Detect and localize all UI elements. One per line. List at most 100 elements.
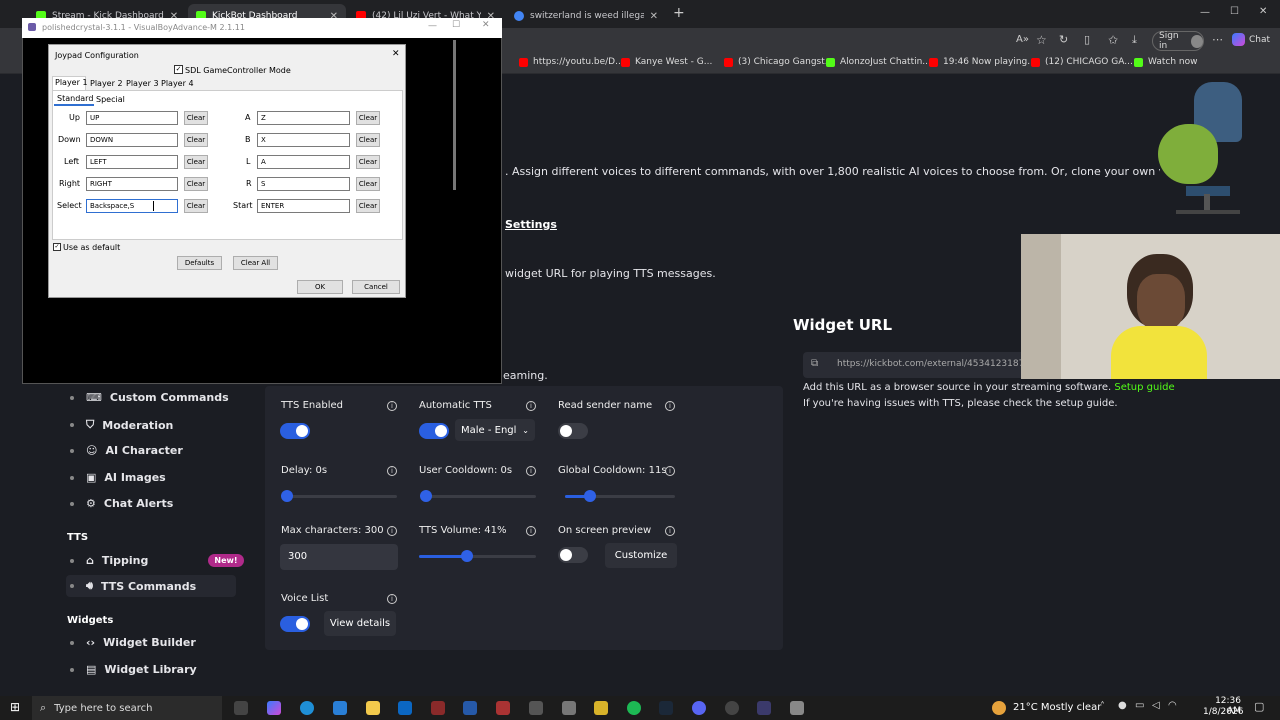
tts-enabled-toggle[interactable] (280, 423, 310, 439)
app-icon[interactable] (725, 701, 739, 715)
delay-slider[interactable] (281, 490, 397, 502)
info-icon[interactable]: i (665, 526, 675, 536)
sidebar-item-moderation[interactable]: ⛉ Moderation (70, 418, 173, 432)
notifications-icon[interactable]: ▢ (1254, 700, 1264, 713)
clock-date[interactable]: 1/8/2026 (1203, 707, 1243, 717)
copy-icon[interactable]: ⧉ (811, 358, 818, 369)
tab-special[interactable]: Special (96, 95, 125, 104)
on-screen-preview-toggle[interactable] (558, 547, 588, 563)
bookmark-item[interactable]: Kanye West - G... (621, 57, 712, 67)
cancel-button[interactable]: Cancel (352, 280, 400, 294)
dialog-close-icon[interactable]: ✕ (392, 49, 400, 59)
refresh-icon[interactable]: ↻ (1059, 33, 1068, 46)
key-input-start[interactable]: ENTER (257, 199, 350, 213)
split-screen-icon[interactable]: ▯ (1084, 33, 1090, 46)
read-sender-toggle[interactable] (558, 423, 588, 439)
automatic-tts-toggle[interactable] (419, 423, 449, 439)
app-icon[interactable] (463, 701, 477, 715)
sidebar-item-tipping[interactable]: ⌂ Tipping New! (70, 554, 244, 567)
app-icon[interactable] (529, 701, 543, 715)
defaults-button[interactable]: Defaults (177, 256, 222, 270)
key-input-a[interactable]: Z (257, 111, 350, 125)
windows-start-icon[interactable]: ⊞ (10, 700, 20, 714)
clear-button[interactable]: Clear (356, 199, 380, 213)
taskbar-search[interactable]: ⌕ Type here to search (32, 696, 222, 720)
info-icon[interactable]: i (665, 466, 675, 476)
tab-standard[interactable]: Standard (57, 94, 93, 103)
close-window-icon[interactable]: ✕ (1259, 6, 1267, 17)
tab-player-3[interactable]: Player 3 (126, 79, 159, 88)
use-default-checkbox[interactable]: ✓ (53, 243, 61, 251)
key-input-right[interactable]: RIGHT (86, 177, 178, 191)
clear-button[interactable]: Clear (356, 111, 380, 125)
copilot-chat-button[interactable]: Chat (1232, 33, 1270, 46)
sidebar-item-tts-commands[interactable]: 🔊︎ TTS Commands (66, 575, 236, 597)
max-characters-input[interactable]: 300 (280, 544, 398, 570)
close-icon[interactable]: ✕ (482, 20, 490, 30)
star-icon[interactable]: ☆ (1036, 33, 1047, 47)
sidebar-item-ai-character[interactable]: ☺ AI Character (70, 444, 183, 457)
read-aloud-icon[interactable]: A» (1016, 34, 1029, 45)
info-icon[interactable]: i (387, 401, 397, 411)
key-input-down[interactable]: DOWN (86, 133, 178, 147)
info-icon[interactable]: i (387, 594, 397, 604)
spotify-icon[interactable] (627, 701, 641, 715)
sidebar-item-custom-commands[interactable]: ⌨ Custom Commands (70, 391, 229, 404)
voice-list-toggle[interactable] (280, 616, 310, 632)
more-menu-icon[interactable]: ⋯ (1212, 33, 1223, 46)
copilot-icon[interactable] (267, 701, 281, 715)
clear-button[interactable]: Clear (184, 177, 208, 191)
maximize-icon[interactable]: ☐ (1230, 6, 1239, 17)
discord-icon[interactable] (692, 701, 706, 715)
app-icon[interactable] (562, 701, 576, 715)
speaker-icon[interactable]: ◁ (1152, 700, 1160, 711)
mail-icon[interactable] (398, 701, 412, 715)
bookmark-item[interactable]: https://youtu.be/D... (519, 57, 624, 67)
clear-button[interactable]: Clear (184, 111, 208, 125)
clear-button[interactable]: Clear (356, 133, 380, 147)
key-input-r[interactable]: S (257, 177, 350, 191)
wifi-icon[interactable]: ◠ (1168, 700, 1177, 711)
customize-button[interactable]: Customize (605, 543, 677, 568)
key-input-select[interactable]: Backspace,S (86, 199, 178, 213)
clear-button[interactable]: Clear (184, 133, 208, 147)
app-icon[interactable] (431, 701, 445, 715)
signin-button[interactable]: Sign in (1152, 31, 1204, 51)
user-cooldown-slider[interactable] (420, 490, 536, 502)
setup-guide-link[interactable]: Setup guide (1114, 382, 1174, 393)
tts-volume-slider[interactable] (419, 550, 536, 562)
download-icon[interactable]: ⤓ (1132, 33, 1137, 47)
vba-icon[interactable] (757, 701, 771, 715)
weather-text[interactable]: 21°C Mostly clear (1013, 702, 1101, 713)
sidebar-item-chat-alerts[interactable]: ⚙ Chat Alerts (70, 497, 173, 510)
steam-icon[interactable] (659, 701, 673, 715)
key-input-b[interactable]: X (257, 133, 350, 147)
settings-heading[interactable]: Settings (505, 218, 557, 231)
minimize-icon[interactable]: — (428, 21, 437, 31)
favorites-icon[interactable]: ✩ (1108, 33, 1118, 47)
tab-player-4[interactable]: Player 4 (161, 79, 194, 88)
bookmark-item[interactable]: Watch now (1134, 57, 1197, 67)
store-icon[interactable] (333, 701, 347, 715)
app-icon[interactable] (496, 701, 510, 715)
chevron-up-icon[interactable]: ˄ (1100, 701, 1105, 712)
info-icon[interactable]: i (665, 401, 675, 411)
clear-button[interactable]: Clear (184, 199, 208, 213)
clear-button[interactable]: Clear (184, 155, 208, 169)
clear-button[interactable]: Clear (356, 177, 380, 191)
sidebar-item-widget-builder[interactable]: ‹› Widget Builder (70, 636, 196, 649)
clear-button[interactable]: Clear (356, 155, 380, 169)
bookmark-item[interactable]: (12) CHICAGO GA... (1031, 57, 1133, 67)
sidebar-item-ai-images[interactable]: ▣ AI Images (70, 471, 166, 484)
info-icon[interactable]: i (526, 466, 536, 476)
minimize-icon[interactable]: — (1200, 7, 1210, 18)
key-input-l[interactable]: A (257, 155, 350, 169)
app-icon[interactable] (790, 701, 804, 715)
bookmark-item[interactable]: (3) Chicago Gangst... (724, 57, 833, 67)
info-icon[interactable]: i (387, 466, 397, 476)
task-view-icon[interactable] (234, 701, 248, 715)
info-icon[interactable]: i (387, 526, 397, 536)
global-cooldown-slider[interactable] (565, 490, 675, 502)
edge-icon[interactable] (300, 701, 314, 715)
network-icon[interactable]: ▭ (1135, 700, 1144, 711)
